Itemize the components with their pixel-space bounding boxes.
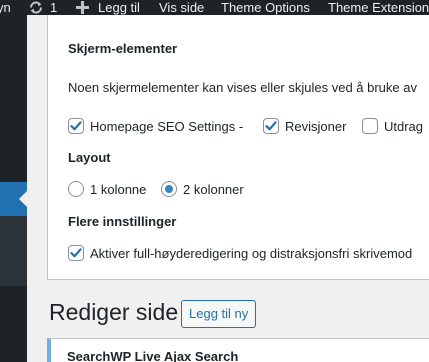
layout-two-columns-option[interactable]: 2 kolonner [161,180,244,198]
notice-title: SearchWP Live Ajax Search [67,349,239,362]
two-columns-label: 2 kolonner [183,181,244,197]
excerpt-label: Utdrag [384,118,424,134]
fullheight-editor-label: Aktiver full-høyderedigering og distraks… [90,245,413,261]
admin-bar: yn 1 Legg til Vis side Theme Options The… [0,0,429,15]
layout-one-column-option[interactable]: 1 kolonne [68,180,146,198]
site-name-link[interactable]: yn [0,0,11,15]
new-content-link[interactable]: Legg til [98,0,140,15]
revisions-option[interactable]: Revisjoner [263,117,346,135]
fullheight-editor-checkbox[interactable] [68,245,84,261]
revisions-label: Revisjoner [285,118,347,134]
plus-icon[interactable] [76,1,89,15]
active-menu-arrow [19,191,27,207]
more-settings-heading: Flere innstillinger [68,214,177,229]
page-title: Rediger side [49,299,179,325]
one-column-label: 1 kolonne [90,181,147,197]
admin-sidebar [0,15,27,362]
theme-options-link[interactable]: Theme Options [221,0,310,15]
checkmark-icon [70,248,82,258]
two-columns-radio[interactable] [161,181,177,197]
add-new-button[interactable]: Legg til ny [181,300,257,328]
excerpt-checkbox[interactable] [362,118,378,134]
homepage-seo-option[interactable]: Homepage SEO Settings - [68,117,243,135]
homepage-seo-label: Homepage SEO Settings - [90,118,244,134]
plugin-notice: SearchWP Live Ajax Search [47,338,429,362]
one-column-radio[interactable] [68,181,84,197]
checkmark-icon [265,121,277,131]
checkmark-icon [70,121,82,131]
screen-elements-heading: Skjerm-elementer [68,41,178,56]
layout-heading: Layout [68,150,111,165]
theme-extensions-link[interactable]: Theme Extension [328,0,429,15]
sidebar-submenu[interactable] [0,216,27,286]
view-page-link[interactable]: Vis side [159,0,204,15]
updates-icon[interactable] [28,1,44,15]
fullheight-editor-option[interactable]: Aktiver full-høyderedigering og distraks… [68,244,412,262]
homepage-seo-checkbox[interactable] [68,118,84,134]
screen-elements-description: Noen skjermelementer kan vises eller skj… [68,80,417,95]
revisions-checkbox[interactable] [263,118,279,134]
radio-dot [165,185,173,193]
excerpt-option[interactable]: Utdrag [362,117,423,135]
screen-options-panel: Skjerm-elementer Noen skjermelementer ka… [47,15,429,280]
updates-count[interactable]: 1 [50,0,57,15]
